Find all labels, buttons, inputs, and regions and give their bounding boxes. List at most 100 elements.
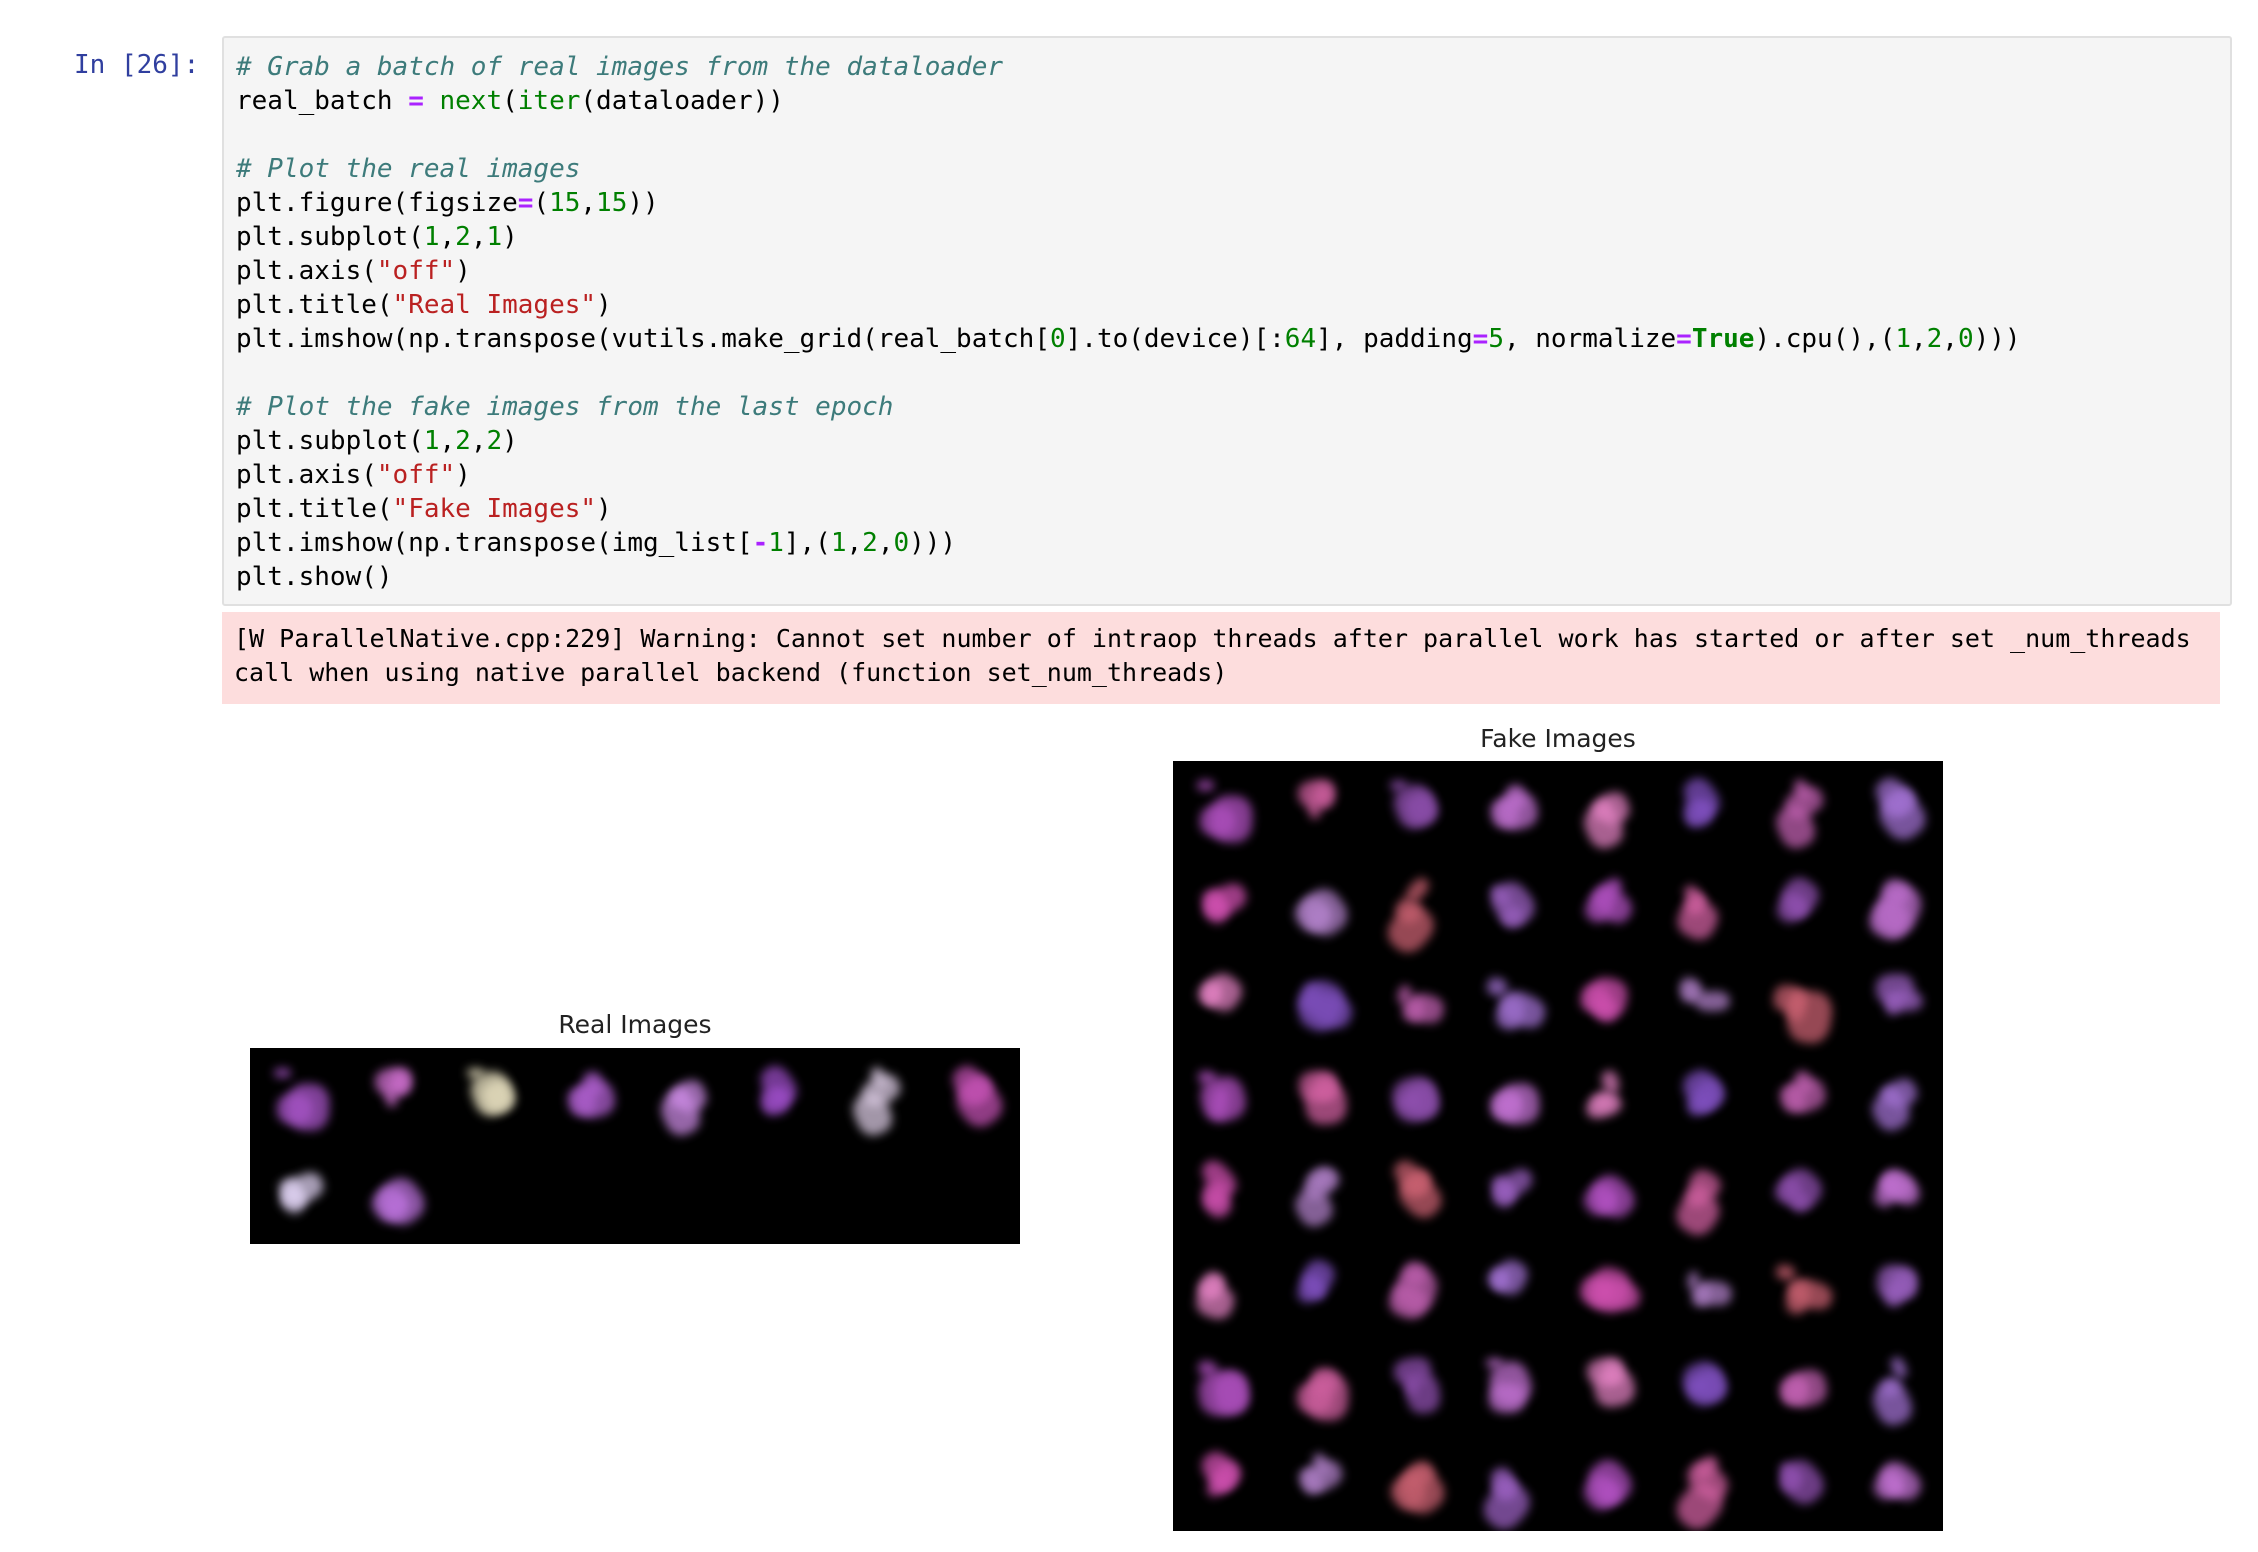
fake-image-tile — [1269, 1435, 1365, 1531]
code-line: plt.title("Fake Images") — [236, 492, 2021, 526]
fake-image-tile — [1751, 1146, 1847, 1242]
code-token: ) — [502, 426, 518, 456]
code-token: plt.figure(figsize — [236, 188, 518, 218]
flower-blob — [372, 1171, 432, 1233]
code-token: ))) — [1973, 324, 2021, 354]
flower-blob — [285, 1083, 330, 1132]
real-image-tile — [539, 1048, 635, 1146]
fake-image-tile — [1654, 1146, 1750, 1242]
fake-image-tile — [1558, 1435, 1654, 1531]
flower-blob — [1488, 1382, 1526, 1414]
code-token: plt.show() — [236, 562, 393, 592]
fake-image-tile — [1173, 761, 1269, 857]
code-token: , — [470, 426, 487, 456]
code-token: iter — [517, 86, 581, 116]
fake-image-tile — [1269, 1050, 1365, 1146]
fake-image-tile — [1269, 1242, 1365, 1338]
flower-blob — [1389, 780, 1407, 791]
flower-blob — [274, 1067, 292, 1078]
fake-image-tile — [1366, 857, 1462, 960]
flower-blob — [1485, 1357, 1504, 1369]
fake-image-tile — [1173, 1339, 1269, 1435]
flower-blob — [1311, 1366, 1339, 1395]
code-line: plt.figure(figsize=(15,15)) — [236, 186, 2021, 220]
real-image-tile — [828, 1048, 924, 1146]
code-token: 1 — [486, 222, 503, 252]
fake-image-tile — [1173, 954, 1269, 1050]
code-token: "off" — [376, 256, 456, 286]
flower-blob — [1198, 968, 1248, 1017]
fake-images-title: Fake Images — [1480, 724, 1636, 753]
fake-image-tile — [1462, 857, 1558, 953]
fake-image-tile — [1847, 1050, 1943, 1146]
fake-image-tile — [1462, 761, 1558, 857]
code-token: ) — [596, 494, 612, 524]
stderr-text: [W ParallelNative.cpp:229] Warning: Cann… — [234, 624, 2206, 687]
code-cell-input[interactable]: # Grab a batch of real images from the d… — [222, 36, 2232, 606]
code-token: - — [752, 528, 769, 558]
code-line: # Plot the real images — [236, 152, 2021, 186]
fake-image-tile — [1847, 1146, 1943, 1242]
code-token: plt.axis( — [236, 256, 377, 286]
fake-image-tile — [1751, 1242, 1847, 1338]
code-token: 2 — [1926, 324, 1943, 354]
flower-blob — [1404, 1371, 1443, 1416]
code-token: , — [470, 222, 487, 252]
fake-image-tile — [1847, 761, 1943, 857]
code-editor[interactable]: # Grab a batch of real images from the d… — [236, 50, 2021, 594]
code-line: # Plot the fake images from the last epo… — [236, 390, 2021, 424]
flower-blob — [1291, 974, 1351, 1038]
fake-image-tile — [1654, 761, 1750, 857]
code-token: 1 — [423, 222, 440, 252]
fake-image-tile — [1462, 954, 1558, 1050]
fake-image-tile — [1654, 1435, 1750, 1531]
fake-image-tile — [1751, 761, 1847, 857]
fake-image-tile — [1558, 761, 1654, 857]
code-token: 1 — [768, 528, 784, 558]
code-token: 0 — [1049, 324, 1066, 354]
code-token: "Fake Images" — [392, 494, 597, 524]
code-token: plt.title( — [236, 494, 393, 524]
fake-image-tile — [1751, 1050, 1847, 1146]
code-token: 1 — [423, 426, 440, 456]
code-token: "Real Images" — [392, 290, 597, 320]
code-token: ( — [533, 188, 550, 218]
code-token: plt.imshow(np.transpose(vutils.make_grid… — [236, 324, 1050, 354]
fake-image-tile — [1462, 1050, 1558, 1146]
code-token: plt.title( — [236, 290, 393, 320]
fake-image-tile — [1654, 954, 1750, 1050]
real-image-tile — [635, 1048, 731, 1146]
fake-image-tile — [1558, 1339, 1654, 1435]
code-token: 5 — [1488, 324, 1504, 354]
code-line: plt.imshow(np.transpose(img_list[-1],(1,… — [236, 526, 2021, 560]
code-token: ))) — [909, 528, 957, 558]
code-line: plt.title("Real Images") — [236, 288, 2021, 322]
fake-image-tile — [1462, 1242, 1558, 1338]
code-token: , — [580, 188, 597, 218]
code-token: , — [439, 426, 456, 456]
fake-image-tile — [1366, 1050, 1462, 1146]
code-token: 15 — [549, 188, 581, 218]
fake-image-tile — [1847, 1435, 1943, 1531]
fake-image-tile — [1847, 954, 1943, 1050]
fake-image-tile — [1847, 1339, 1943, 1435]
flower-blob — [1489, 1255, 1533, 1300]
code-line: plt.subplot(1,2,1) — [236, 220, 2021, 254]
flower-blob — [1196, 1069, 1217, 1085]
fake-image-tile — [1558, 954, 1654, 1050]
code-token: # Grab a batch of real images from the d… — [236, 52, 1004, 82]
fake-image-tile — [1751, 1339, 1847, 1435]
code-token: real_batch — [236, 86, 409, 116]
fake-image-tile — [1847, 857, 1943, 953]
flower-blob — [1197, 780, 1215, 791]
fake-image-tile — [1654, 1339, 1750, 1435]
code-token: ) — [455, 460, 471, 490]
code-token: ],( — [783, 528, 831, 558]
code-token: )) — [627, 188, 659, 218]
code-token: 64 — [1284, 324, 1317, 354]
code-token: = — [408, 86, 424, 116]
fake-image-tile — [1558, 1242, 1654, 1338]
